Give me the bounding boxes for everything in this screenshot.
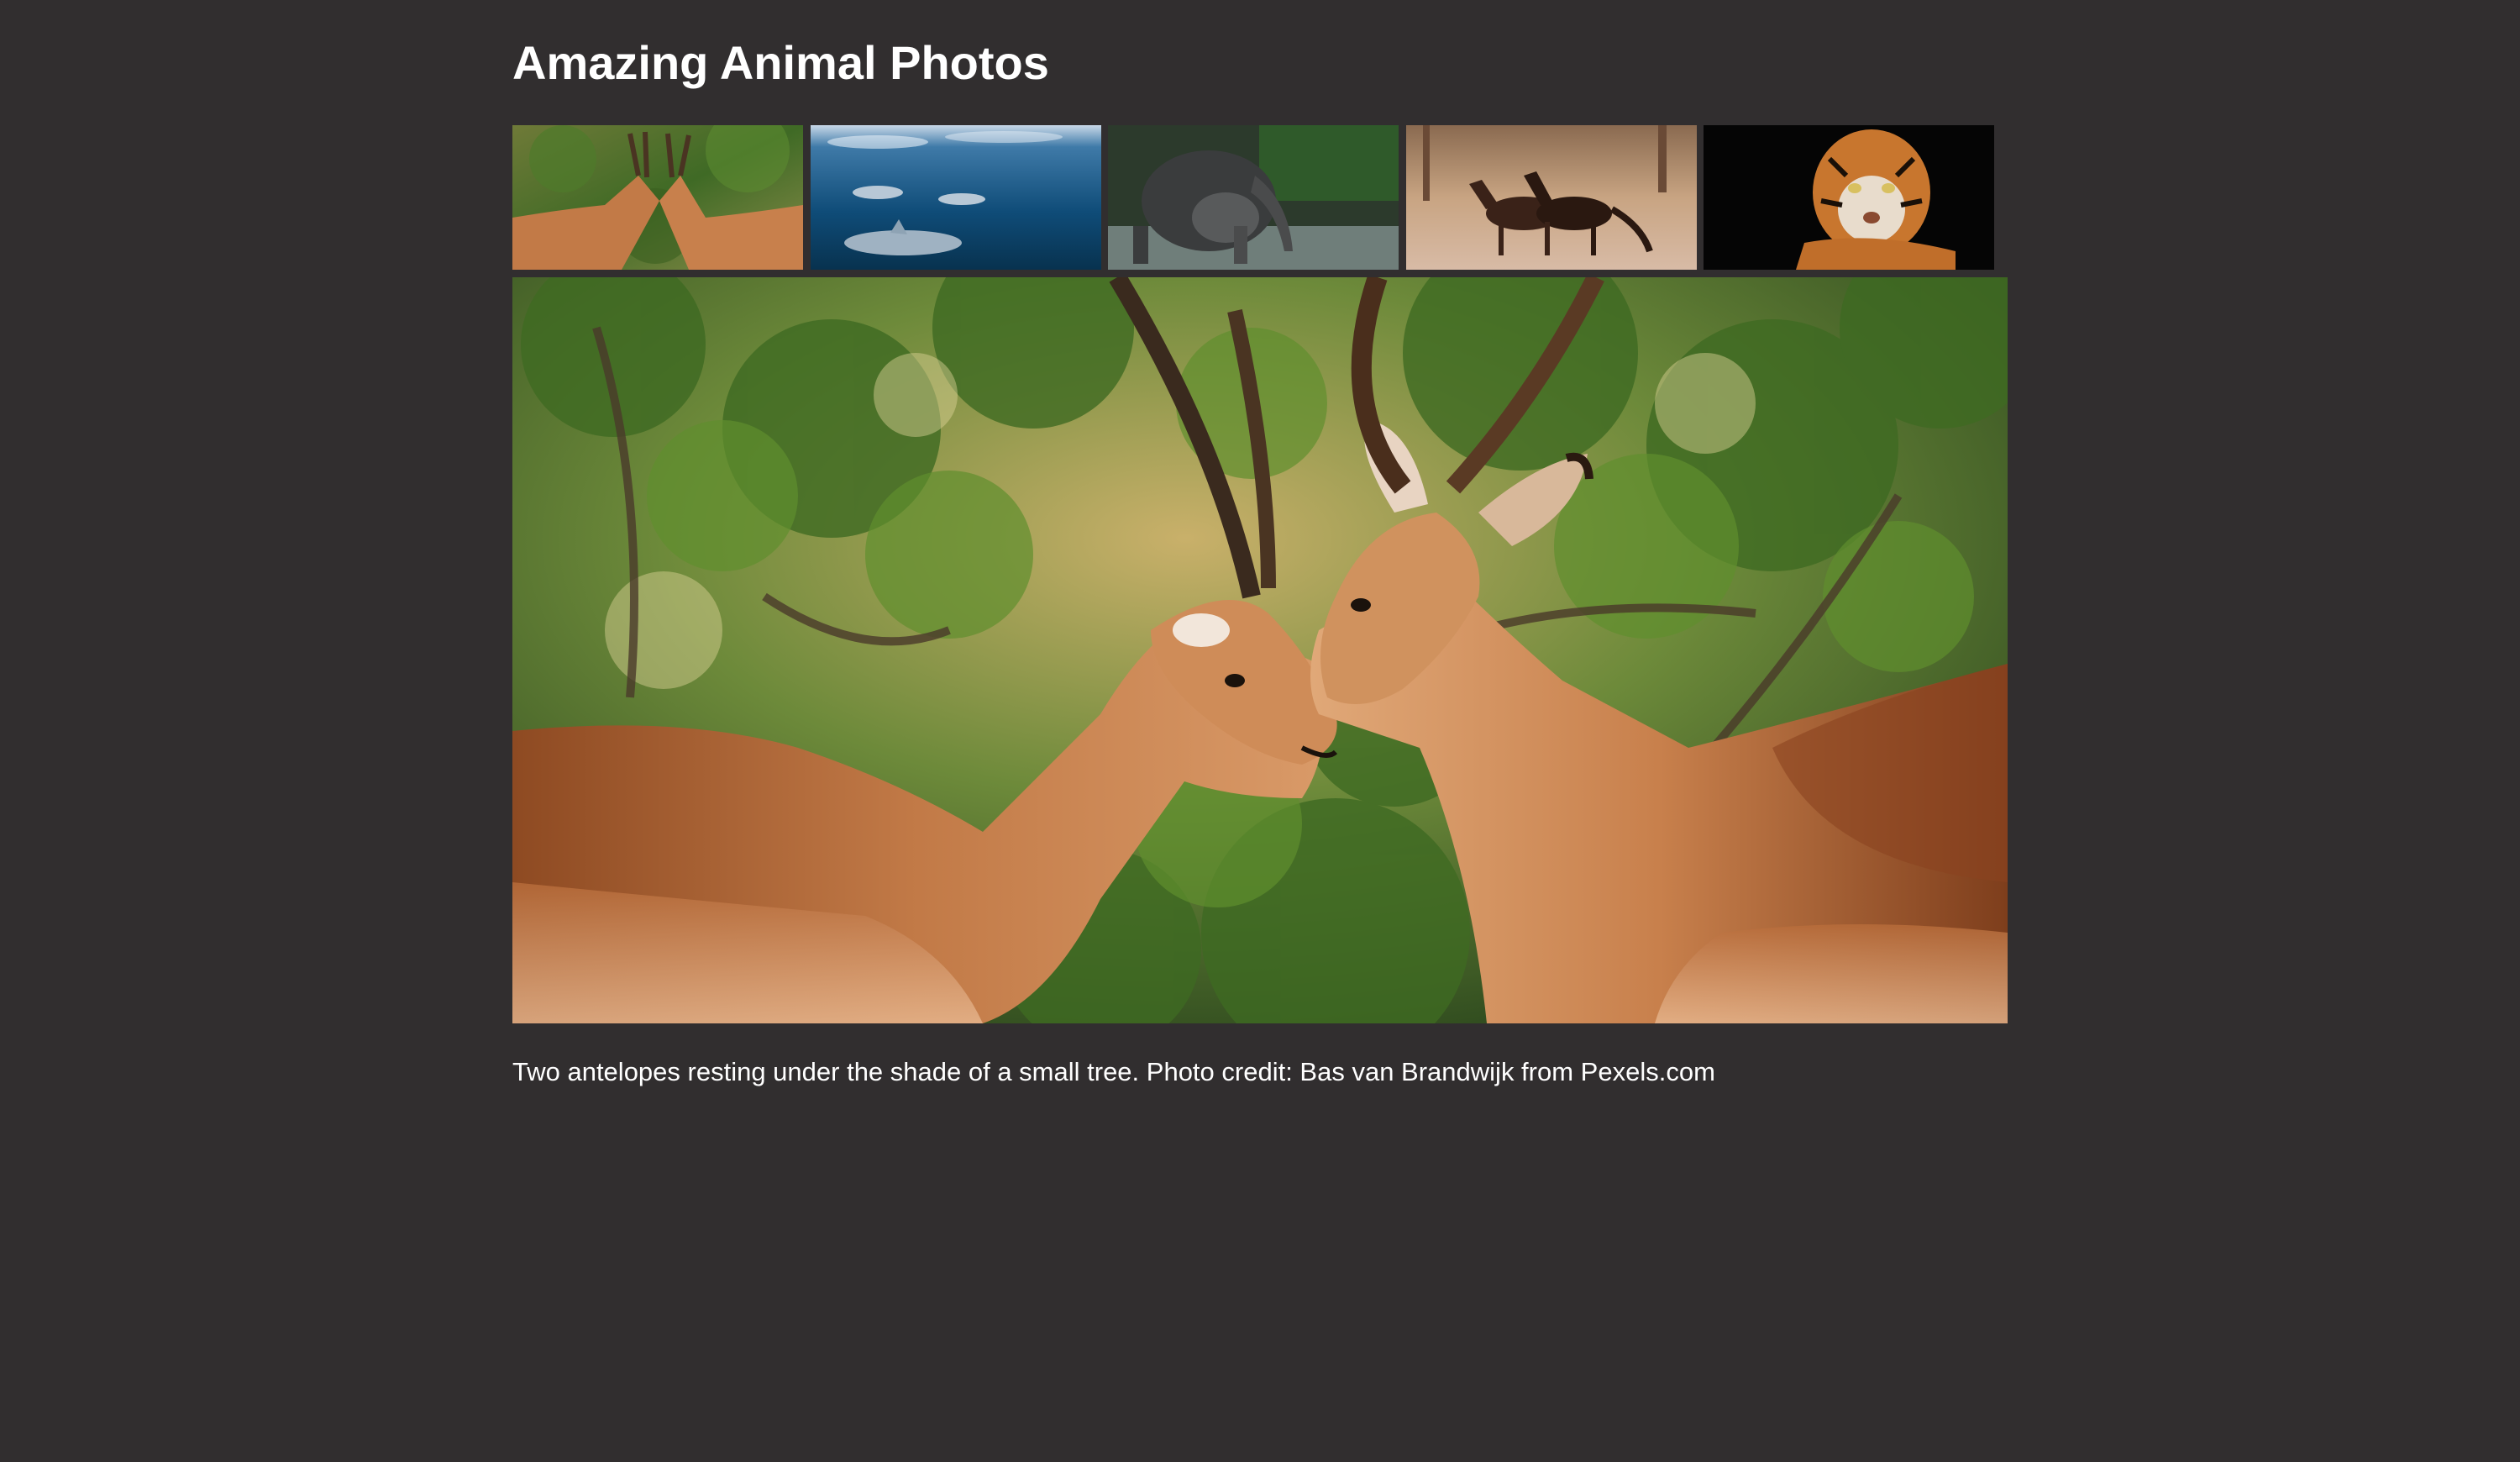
gallery-page: Amazing Animal Photos Two antelopes rest…: [0, 0, 2520, 1462]
elephant-thumbnail-image: [1108, 125, 1399, 270]
thumbnail-horses[interactable]: [1406, 125, 1697, 270]
thumbnail-antelopes[interactable]: [512, 125, 803, 270]
thumbnail-elephants[interactable]: [1108, 125, 1399, 270]
antelope-thumbnail-image: [512, 125, 803, 270]
thumbnail-dolphins[interactable]: [811, 125, 1101, 270]
horse-thumbnail-image: [1406, 125, 1697, 270]
page-title: Amazing Animal Photos: [512, 36, 1049, 89]
photo-caption: Two antelopes resting under the shade of…: [512, 1057, 1715, 1086]
main-photo: [512, 277, 2008, 1023]
dolphin-thumbnail-image: [811, 125, 1101, 270]
thumbnail-tiger[interactable]: [1704, 125, 1994, 270]
tiger-thumbnail-image: [1704, 125, 1994, 270]
antelope-main-image: [512, 277, 2008, 1023]
thumbnail-bar: [512, 125, 1994, 270]
